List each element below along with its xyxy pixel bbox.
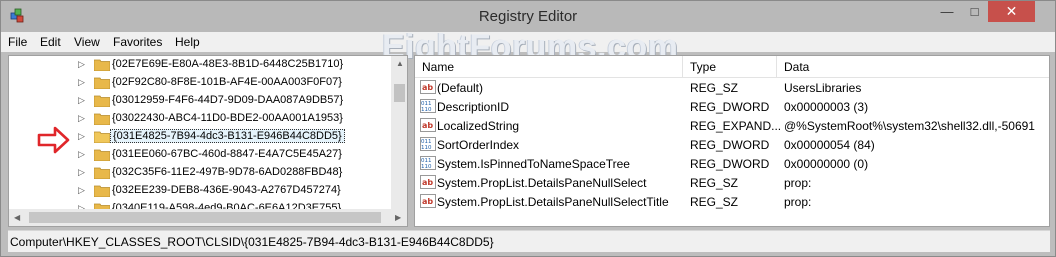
scroll-left-icon[interactable]: ◀ <box>14 213 20 222</box>
menu-file[interactable]: File <box>8 35 27 49</box>
tree-item-label: {032EE239-DEB8-436E-9043-A2767D457274} <box>112 184 341 196</box>
expand-arrow-icon[interactable]: ▷ <box>78 185 85 196</box>
registry-editor-window: Registry Editor — □ ✕ File Edit View Fav… <box>0 0 1056 257</box>
value-type: REG_DWORD <box>690 138 770 152</box>
string-value-icon: ab <box>420 175 436 189</box>
expand-arrow-icon[interactable]: ▷ <box>78 167 85 178</box>
tree-vertical-scroll-thumb[interactable] <box>394 84 405 102</box>
folder-icon <box>94 167 110 179</box>
folder-icon <box>94 59 110 71</box>
svg-text:ab: ab <box>422 178 433 187</box>
tree-horizontal-scroll-thumb[interactable] <box>29 212 381 223</box>
tree-item-label: {031E4825-7B94-4dc3-B131-E946B44C8DD5} <box>110 129 345 143</box>
expand-arrow-icon[interactable]: ▷ <box>78 59 85 70</box>
scroll-up-icon[interactable]: ▲ <box>396 59 404 68</box>
tree-item-label: {03022430-ABC4-11D0-BDE2-00AA001A1953} <box>112 112 343 124</box>
minimize-button[interactable]: — <box>933 1 961 22</box>
folder-icon <box>94 95 110 107</box>
value-row[interactable]: 011 110 System.IsPinnedToNameSpaceTree RE… <box>415 154 1049 173</box>
value-type: REG_EXPAND... <box>690 119 782 133</box>
menu-edit[interactable]: Edit <box>40 35 61 49</box>
scroll-right-icon[interactable]: ▶ <box>395 213 401 222</box>
string-value-icon: ab <box>420 194 436 208</box>
list-header: Name Type Data <box>415 56 1049 78</box>
status-path: Computer\HKEY_CLASSES_ROOT\CLSID\{031E48… <box>10 235 494 249</box>
red-arrow-icon <box>37 126 70 154</box>
value-type: REG_DWORD <box>690 157 770 171</box>
binary-value-icon: 011110 <box>420 137 436 151</box>
value-row[interactable]: ab (Default) REG_SZ UsersLibraries <box>415 78 1049 97</box>
column-header-data[interactable]: Data <box>777 56 1049 78</box>
value-data: @%SystemRoot%\system32\shell32.dll,-5069… <box>784 119 1035 133</box>
value-row[interactable]: 011 110 SortOrderIndex REG_DWORD 0x000000… <box>415 135 1049 154</box>
tree-item-label: {02F92C80-8F8E-101B-AF4E-00AA003F0F07} <box>112 76 342 88</box>
value-row[interactable]: ab LocalizedString REG_EXPAND... @%Syste… <box>415 116 1049 135</box>
folder-icon <box>94 113 110 125</box>
tree-item[interactable]: ▷ {032C35F6-11E2-497B-9D78-6AD0288FBD48} <box>9 164 391 182</box>
value-data: UsersLibraries <box>784 81 862 95</box>
tree-item[interactable]: ▷ {03012959-F4F6-44D7-9D09-DAA087A9DB57} <box>9 92 391 110</box>
svg-text:ab: ab <box>422 121 433 130</box>
value-name: SortOrderIndex <box>437 138 520 152</box>
folder-open-icon <box>94 131 110 143</box>
tree-vertical-scrollbar[interactable]: ▲ <box>391 56 407 209</box>
window-title: Registry Editor <box>478 8 578 25</box>
svg-text:110: 110 <box>421 145 432 151</box>
expand-arrow-icon[interactable]: ▷ <box>78 113 85 124</box>
menu-view[interactable]: View <box>74 35 100 49</box>
expand-arrow-icon[interactable]: ▷ <box>78 95 85 106</box>
column-header-name[interactable]: Name <box>415 56 683 78</box>
value-type: REG_SZ <box>690 195 739 209</box>
tree-item-label: {031EE060-67BC-460d-8847-E4A7C5E45A27} <box>112 148 342 160</box>
tree-item[interactable]: ▷ {032EE239-DEB8-436E-9043-A2767D457274} <box>9 182 391 200</box>
value-name: (Default) <box>437 81 484 95</box>
value-row[interactable]: ab System.PropList.DetailsPaneNullSelect… <box>415 173 1049 192</box>
status-bar: Computer\HKEY_CLASSES_ROOT\CLSID\{031E48… <box>8 230 1050 252</box>
value-data: 0x00000000 (0) <box>784 157 869 171</box>
value-data: prop: <box>784 176 812 190</box>
value-data: prop: <box>784 195 812 209</box>
value-data: 0x00000054 (84) <box>784 138 875 152</box>
value-type: REG_SZ <box>690 81 739 95</box>
folder-icon <box>94 185 110 197</box>
value-name: System.IsPinnedToNameSpaceTree <box>437 157 630 171</box>
tree-item[interactable]: ▷ {02F92C80-8F8E-101B-AF4E-00AA003F0F07} <box>9 74 391 92</box>
expand-arrow-icon[interactable]: ▷ <box>78 77 85 88</box>
menu-help[interactable]: Help <box>175 35 200 49</box>
value-row[interactable]: ab System.PropList.DetailsPaneNullSelect… <box>415 192 1049 211</box>
tree-item-label: {03012959-F4F6-44D7-9D09-DAA087A9DB57} <box>112 94 344 106</box>
values-list-pane[interactable]: Name Type Data ab (Default) REG_SZ Users… <box>414 55 1050 227</box>
string-value-icon: ab <box>420 80 436 94</box>
svg-text:ab: ab <box>422 83 433 92</box>
menu-favorites[interactable]: Favorites <box>113 35 162 49</box>
binary-value-icon: 011110 <box>420 156 436 170</box>
svg-text:110: 110 <box>421 107 432 113</box>
value-name: System.PropList.DetailsPaneNullSelect <box>437 176 647 190</box>
tree-item[interactable]: ▷ {02E7E69E-E80A-48E3-8B1D-6448C25B1710} <box>9 56 391 74</box>
tree-horizontal-scrollbar[interactable]: ◀ ▶ <box>9 209 407 226</box>
tree-item-label: {02E7E69E-E80A-48E3-8B1D-6448C25B1710} <box>112 58 344 70</box>
value-name: LocalizedString <box>437 119 520 133</box>
tree-item-label: {032C35F6-11E2-497B-9D78-6AD0288FBD48} <box>112 166 343 178</box>
column-header-type[interactable]: Type <box>683 56 777 78</box>
value-data: 0x00000003 (3) <box>784 100 869 114</box>
expand-arrow-icon[interactable]: ▷ <box>78 131 85 142</box>
binary-value-icon: 011110 <box>420 99 436 113</box>
folder-icon <box>94 77 110 89</box>
value-type: REG_SZ <box>690 176 739 190</box>
value-name: System.PropList.DetailsPaneNullSelectTit… <box>437 195 669 209</box>
expand-arrow-icon[interactable]: ▷ <box>78 149 85 160</box>
value-row[interactable]: 011 110 DescriptionID REG_DWORD 0x0000000… <box>415 97 1049 116</box>
value-type: REG_DWORD <box>690 100 770 114</box>
svg-text:ab: ab <box>422 197 433 206</box>
string-value-icon: ab <box>420 118 436 132</box>
svg-text:110: 110 <box>421 164 432 170</box>
folder-icon <box>94 149 110 161</box>
maximize-button[interactable]: □ <box>961 1 988 22</box>
close-button[interactable]: ✕ <box>988 1 1035 22</box>
value-name: DescriptionID <box>437 100 510 114</box>
